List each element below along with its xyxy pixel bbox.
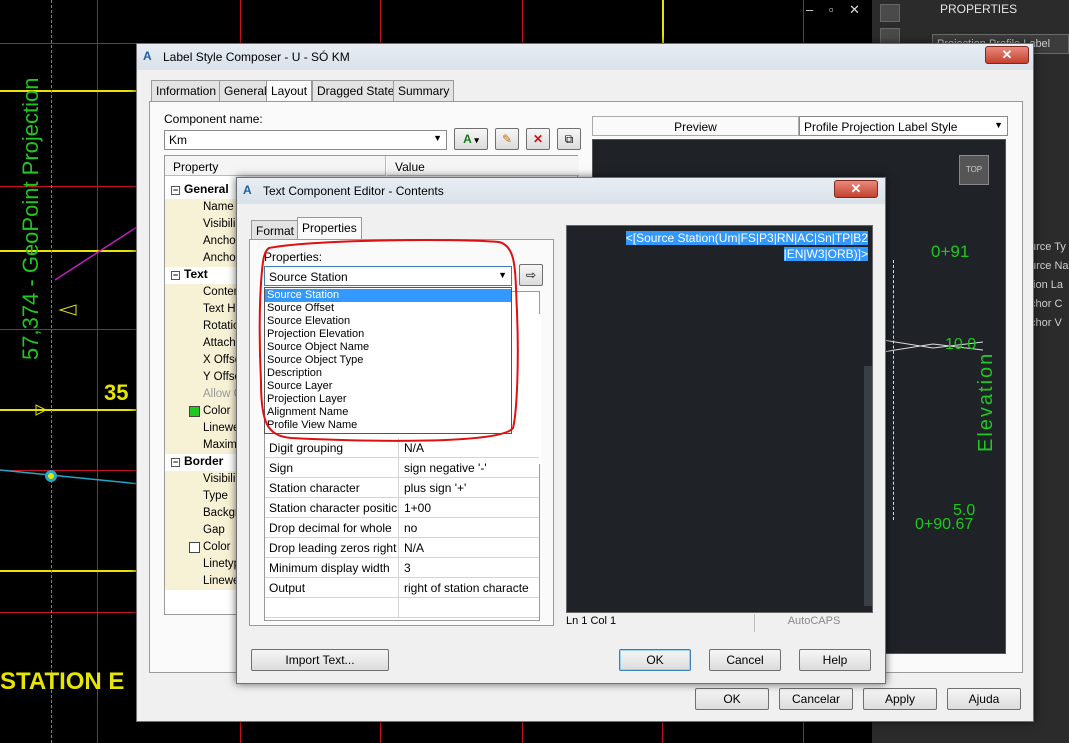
preview-style-combo[interactable]: Profile Projection Label Style ▼ xyxy=(799,116,1008,136)
format-row[interactable]: Sign sign negative '-' xyxy=(265,458,539,478)
ok-button[interactable]: OK xyxy=(619,649,691,671)
preview-station-bottom: 0+90.67 xyxy=(915,516,974,533)
tab-information[interactable]: Information xyxy=(151,80,222,101)
preview-elev-upper: 10.0 xyxy=(945,336,977,353)
window-controls[interactable]: – ▫ ✕ xyxy=(806,2,866,18)
palette-row[interactable]: chor C xyxy=(1030,298,1062,310)
tab-summary[interactable]: Summary xyxy=(393,80,455,101)
property-row[interactable]: Linewe xyxy=(165,420,237,437)
close-button[interactable]: ✕ xyxy=(834,180,878,198)
title-bar[interactable]: A Text Component Editor - Contents xyxy=(237,178,885,204)
preview-style-value: Profile Projection Label Style xyxy=(804,120,958,134)
category-general[interactable]: − General xyxy=(171,182,241,199)
property-row[interactable]: Attach xyxy=(165,335,237,352)
editor-text-line: |EN|W3|ORB)]> xyxy=(783,247,868,261)
chevron-down-icon: ▼ xyxy=(433,133,442,143)
help-button[interactable]: Ajuda xyxy=(947,688,1021,710)
format-row[interactable] xyxy=(265,598,539,618)
property-row[interactable]: X Offse xyxy=(165,352,237,369)
property-row[interactable]: Name xyxy=(165,199,237,216)
editor-status-position: Ln 1 Col 1 xyxy=(566,615,617,627)
value-header: Value xyxy=(387,156,579,176)
property-row[interactable]: Linetyp xyxy=(165,556,237,573)
vertical-label: 57,374 - GeoPoint Projection xyxy=(18,77,43,360)
editor-text-line: <[Source Station(Um|FS|P3|RN|AC|Sn|TP|B2 xyxy=(625,231,868,245)
apply-button[interactable]: Apply xyxy=(863,688,937,710)
color-swatch xyxy=(189,406,200,417)
editor-scrollbar[interactable] xyxy=(864,366,872,606)
property-row[interactable]: Visibili xyxy=(165,471,237,488)
preview-label: Preview xyxy=(592,116,799,136)
category-border[interactable]: − Border xyxy=(171,454,241,471)
property-row[interactable]: Visibili xyxy=(165,216,237,233)
format-row[interactable]: Output right of station characte xyxy=(265,578,539,598)
text-editor-area[interactable]: <[Source Station(Um|FS|P3|RN|AC|Sn|TP|B2… xyxy=(566,225,873,613)
property-header: Property xyxy=(165,156,386,176)
property-row[interactable]: Color xyxy=(165,539,237,556)
station-text: STATION E xyxy=(0,668,125,695)
property-row[interactable]: Type xyxy=(165,488,237,505)
import-text-button[interactable]: Import Text... xyxy=(251,649,389,671)
property-row[interactable]: Rotatio xyxy=(165,318,237,335)
property-row[interactable]: Linewe xyxy=(165,573,237,590)
dialog-title: Label Style Composer - U - SÓ KM xyxy=(163,50,350,64)
cancel-button[interactable]: Cancel xyxy=(709,649,781,671)
editor-status-autocaps[interactable]: AutoCAPS xyxy=(754,614,873,632)
palette-title: PROPERTIES xyxy=(940,2,1018,16)
category-text[interactable]: − Text xyxy=(171,267,241,284)
app-icon: A xyxy=(143,49,152,63)
format-row[interactable]: Drop leading zeros right N/A xyxy=(265,538,539,558)
preview-elevation-axis: Elevation xyxy=(975,351,997,452)
component-name-value: Km xyxy=(169,133,187,147)
draw-order-icon[interactable]: ⧉ xyxy=(557,128,581,150)
tab-dragged-state[interactable]: Dragged State xyxy=(312,80,400,101)
component-name-combo[interactable]: Km ▼ xyxy=(164,130,447,150)
property-row[interactable]: Gap xyxy=(165,522,237,539)
property-row[interactable]: Color xyxy=(165,403,237,420)
palette-icon[interactable] xyxy=(880,4,900,22)
palette-row[interactable]: urce Ty xyxy=(1030,241,1066,253)
property-row[interactable]: Allow C xyxy=(165,386,237,403)
palette-row[interactable]: urce Na xyxy=(1030,260,1069,272)
palette-row[interactable]: chor V xyxy=(1030,317,1062,329)
property-row[interactable]: Conten xyxy=(165,284,237,301)
property-row[interactable]: Text H xyxy=(165,301,237,318)
format-row[interactable]: Minimum display width 3 xyxy=(265,558,539,578)
text-component-editor-dialog: A Text Component Editor - Contents ✕ For… xyxy=(236,177,886,684)
format-row[interactable]: Station character positic 1+00 xyxy=(265,498,539,518)
chevron-down-icon: ▼ xyxy=(994,120,1003,130)
property-row[interactable]: Ancho xyxy=(165,233,237,250)
property-row[interactable]: Y Offse xyxy=(165,369,237,386)
red-annotation-outline xyxy=(258,239,519,442)
delete-component-icon[interactable]: ✕ xyxy=(526,128,550,150)
component-name-label: Component name: xyxy=(164,112,263,126)
viewcube-top-button[interactable]: TOP xyxy=(959,155,989,185)
format-row[interactable]: Drop decimal for whole no xyxy=(265,518,539,538)
title-bar[interactable]: A Label Style Composer - U - SÓ KM xyxy=(137,44,1033,70)
cad-number: 35 xyxy=(104,380,129,405)
yellow-line xyxy=(662,0,664,43)
cancel-button[interactable]: Cancelar xyxy=(779,688,853,710)
app-icon: A xyxy=(243,183,252,197)
profile-grid xyxy=(893,260,983,520)
color-swatch xyxy=(189,542,200,553)
editor-content[interactable]: <[Source Station(Um|FS|P3|RN|AC|Sn|TP|B2… xyxy=(608,230,868,262)
property-row[interactable]: Maximu xyxy=(165,437,237,454)
ok-button[interactable]: OK xyxy=(695,688,769,710)
help-button[interactable]: Help xyxy=(799,649,871,671)
property-row[interactable]: Backgr xyxy=(165,505,237,522)
close-button[interactable]: ✕ xyxy=(985,46,1029,64)
format-row[interactable]: Station character plus sign '+' xyxy=(265,478,539,498)
copy-component-icon[interactable]: ✎ xyxy=(495,128,519,150)
dialog-title: Text Component Editor - Contents xyxy=(263,184,444,198)
add-component-button[interactable]: A ▾ xyxy=(454,128,488,150)
palette-row[interactable]: tion La xyxy=(1030,279,1063,291)
tab-general[interactable]: General xyxy=(219,80,272,101)
preview-station-top: 0+91 xyxy=(931,242,970,261)
property-row[interactable]: Ancho xyxy=(165,250,237,267)
